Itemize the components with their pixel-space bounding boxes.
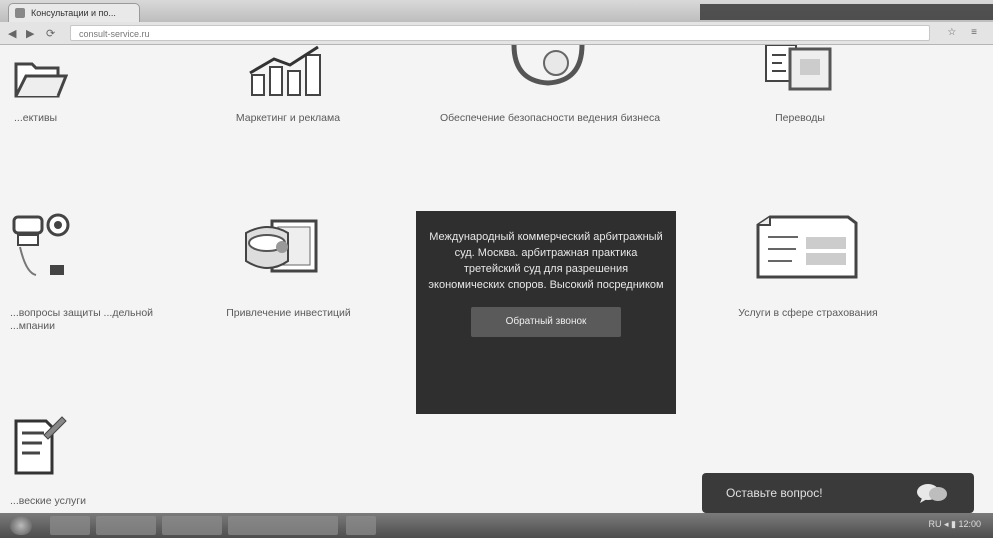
chat-bubble-icon bbox=[914, 482, 950, 509]
taskbar-app-3[interactable] bbox=[162, 516, 222, 535]
property-protection-icon[interactable] bbox=[6, 213, 72, 284]
growth-chart-icon[interactable] bbox=[246, 45, 330, 102]
back-button[interactable]: ◀ bbox=[8, 27, 16, 40]
taskbar-app-1[interactable] bbox=[50, 516, 90, 535]
investment-safe-icon[interactable] bbox=[238, 215, 324, 284]
item-label-0[interactable]: ...ективы bbox=[14, 112, 94, 125]
item-label-2[interactable]: Обеспечение безопасности ведения бизнеса bbox=[430, 112, 670, 125]
item-label-7[interactable]: ...веские услуги bbox=[10, 495, 130, 508]
folder-icon[interactable] bbox=[12, 50, 69, 103]
chat-widget[interactable]: Оставьте вопрос! bbox=[702, 473, 974, 513]
forward-button[interactable]: ▶ bbox=[26, 27, 34, 40]
system-tray[interactable]: RU ◂ ▮ 12:00 bbox=[929, 519, 982, 530]
item-label-1[interactable]: Маркетинг и реклама bbox=[203, 112, 373, 125]
tab-title: Консультации и по... bbox=[31, 8, 116, 18]
browser-tab[interactable]: Консультации и по... bbox=[8, 3, 140, 22]
arbitration-promo-tile: Международный коммерческий арбитражный с… bbox=[416, 211, 676, 414]
legal-document-icon[interactable] bbox=[10, 413, 70, 480]
address-bar[interactable]: consult-service.ru bbox=[70, 25, 930, 41]
taskbar-app-4[interactable] bbox=[228, 516, 338, 535]
callback-button[interactable]: Обратный звонок bbox=[471, 307, 621, 337]
item-label-5[interactable]: Привлечение инвестиций bbox=[186, 307, 391, 320]
services-page: ...ективы Маркетинг и реклама Обеспечени… bbox=[0, 44, 993, 513]
item-label-6[interactable]: Услуги в сфере страхования bbox=[708, 307, 908, 320]
taskbar-app-2[interactable] bbox=[96, 516, 156, 535]
security-globe-icon[interactable] bbox=[508, 44, 588, 92]
item-label-3[interactable]: Переводы bbox=[740, 112, 860, 125]
browser-titlebar: Консультации и по... bbox=[0, 0, 993, 22]
promo-text: Международный коммерческий арбитражный с… bbox=[428, 231, 664, 291]
translation-documents-icon[interactable] bbox=[762, 44, 842, 96]
chat-label: Оставьте вопрос! bbox=[726, 486, 823, 500]
item-label-4[interactable]: ...вопросы защиты ...дельной ...мпании bbox=[10, 307, 160, 333]
start-button[interactable] bbox=[10, 516, 32, 535]
favicon-icon bbox=[15, 8, 25, 18]
browser-menu-icons[interactable]: ☆ ≡ bbox=[947, 27, 983, 38]
titlebar-window-area bbox=[700, 4, 993, 20]
insurance-document-icon[interactable] bbox=[748, 215, 864, 284]
reload-button[interactable]: ⟳ bbox=[46, 27, 55, 40]
taskbar-app-5[interactable] bbox=[346, 516, 376, 535]
browser-toolbar: ◀ ▶ ⟳ consult-service.ru ☆ ≡ bbox=[0, 22, 993, 45]
os-taskbar: RU ◂ ▮ 12:00 bbox=[0, 513, 993, 538]
